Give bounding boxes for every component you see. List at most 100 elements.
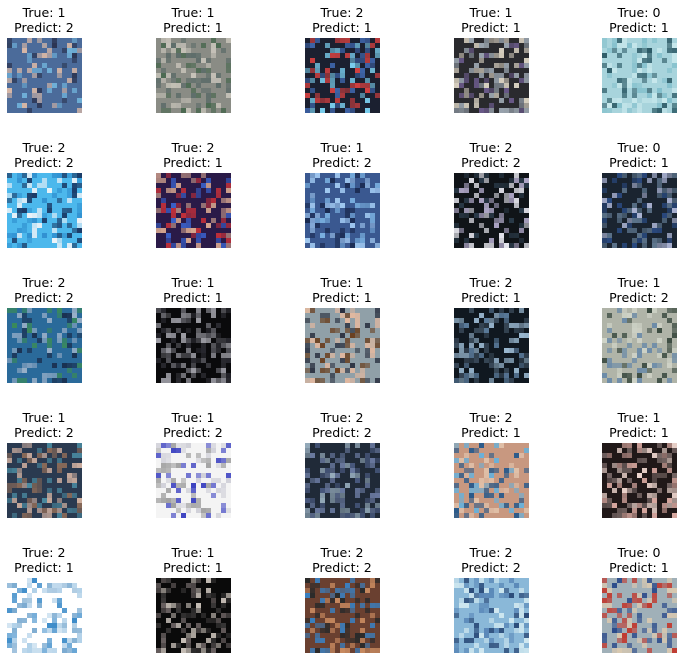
true-label-text: True: 2	[320, 545, 364, 560]
sample-image-pixels	[155, 38, 231, 113]
sample-image-pixels	[453, 38, 529, 113]
predict-label-text: Predict: 1	[609, 20, 669, 35]
grid-cell: True: 0 Predict: 1	[569, 140, 684, 170]
grid-cell: True: 2 Predict: 2	[272, 545, 412, 575]
predict-label-text: Predict: 1	[163, 290, 223, 305]
grid-cell: True: 1 Predict: 2	[272, 140, 412, 170]
true-label-text: True: 2	[22, 545, 66, 560]
true-label-text: True: 2	[320, 410, 364, 425]
grid-cell: True: 2 Predict: 1	[272, 5, 412, 35]
predict-label-text: Predict: 1	[461, 425, 521, 440]
sample-image-pixels	[155, 443, 231, 518]
sample-image	[304, 443, 380, 518]
predict-label-text: Predict: 1	[312, 290, 372, 305]
image-grid: True: 1 Predict: 2 True: 1 Predict: 1 True: …	[0, 0, 684, 659]
true-label-text: True: 1	[320, 140, 364, 155]
sample-image-pixels	[453, 173, 529, 248]
grid-cell: True: 1 Predict: 1	[123, 275, 263, 305]
sample-image	[453, 173, 529, 248]
grid-cell: True: 1 Predict: 2	[0, 410, 114, 440]
sample-image	[155, 173, 231, 248]
sample-image	[453, 38, 529, 113]
sample-image-pixels	[6, 578, 82, 653]
true-label-text: True: 2	[320, 5, 364, 20]
true-label-text: True: 1	[171, 545, 215, 560]
sample-image-pixels	[453, 578, 529, 653]
predict-label-text: Predict: 2	[312, 155, 372, 170]
sample-image-pixels	[601, 578, 677, 653]
grid-cell: True: 1 Predict: 1	[421, 5, 561, 35]
predict-label-text: Predict: 1	[609, 155, 669, 170]
sample-image-pixels	[155, 173, 231, 248]
sample-image	[601, 443, 677, 518]
predict-label-text: Predict: 2	[14, 290, 74, 305]
grid-cell: True: 2 Predict: 1	[421, 410, 561, 440]
sample-image-pixels	[304, 443, 380, 518]
predict-label-text: Predict: 1	[14, 560, 74, 575]
grid-cell: True: 2 Predict: 2	[421, 140, 561, 170]
true-label-text: True: 2	[469, 275, 513, 290]
predict-label-text: Predict: 1	[609, 425, 669, 440]
true-label-text: True: 2	[469, 140, 513, 155]
true-label-text: True: 1	[171, 410, 215, 425]
sample-image-pixels	[6, 38, 82, 113]
true-label-text: True: 0	[617, 5, 661, 20]
true-label-text: True: 1	[22, 5, 66, 20]
predict-label-text: Predict: 1	[163, 155, 223, 170]
grid-cell: True: 0 Predict: 1	[569, 5, 684, 35]
true-label-text: True: 1	[171, 275, 215, 290]
true-label-text: True: 2	[171, 140, 215, 155]
sample-image-pixels	[6, 308, 82, 383]
grid-cell: True: 0 Predict: 1	[569, 545, 684, 575]
true-label-text: True: 1	[469, 5, 513, 20]
grid-cell: True: 1 Predict: 2	[123, 410, 263, 440]
predict-label-text: Predict: 1	[609, 560, 669, 575]
predict-label-text: Predict: 2	[14, 20, 74, 35]
sample-image	[601, 308, 677, 383]
grid-cell: True: 1 Predict: 2	[0, 5, 114, 35]
sample-image	[453, 443, 529, 518]
predict-label-text: Predict: 1	[461, 290, 521, 305]
predict-label-text: Predict: 1	[163, 20, 223, 35]
predict-label-text: Predict: 2	[312, 560, 372, 575]
grid-cell: True: 1 Predict: 1	[569, 410, 684, 440]
predict-label-text: Predict: 2	[14, 425, 74, 440]
predict-label-text: Predict: 1	[312, 20, 372, 35]
sample-image	[155, 308, 231, 383]
sample-image	[304, 173, 380, 248]
predict-label-text: Predict: 1	[163, 560, 223, 575]
grid-cell: True: 2 Predict: 2	[0, 275, 114, 305]
sample-image-pixels	[453, 308, 529, 383]
grid-cell: True: 2 Predict: 2	[0, 140, 114, 170]
true-label-text: True: 1	[171, 5, 215, 20]
sample-image-pixels	[304, 308, 380, 383]
grid-cell: True: 2 Predict: 1	[123, 140, 263, 170]
sample-image	[155, 38, 231, 113]
sample-image-pixels	[601, 173, 677, 248]
predict-label-text: Predict: 2	[461, 560, 521, 575]
grid-cell: True: 1 Predict: 1	[272, 275, 412, 305]
predict-label-text: Predict: 2	[14, 155, 74, 170]
predict-label-text: Predict: 2	[609, 290, 669, 305]
true-label-text: True: 1	[617, 275, 661, 290]
sample-image-pixels	[453, 443, 529, 518]
grid-cell: True: 2 Predict: 2	[272, 410, 412, 440]
grid-cell: True: 2 Predict: 2	[421, 545, 561, 575]
sample-image-pixels	[304, 38, 380, 113]
true-label-text: True: 2	[22, 140, 66, 155]
sample-image-pixels	[155, 308, 231, 383]
sample-image	[453, 578, 529, 653]
sample-image	[601, 578, 677, 653]
true-label-text: True: 2	[469, 545, 513, 560]
true-label-text: True: 1	[22, 410, 66, 425]
sample-image	[601, 38, 677, 113]
grid-cell: True: 2 Predict: 1	[421, 275, 561, 305]
true-label-text: True: 1	[320, 275, 364, 290]
sample-image	[6, 578, 82, 653]
predict-label-text: Predict: 1	[461, 20, 521, 35]
grid-cell: True: 1 Predict: 2	[569, 275, 684, 305]
true-label-text: True: 0	[617, 545, 661, 560]
sample-image	[453, 308, 529, 383]
sample-image-pixels	[6, 173, 82, 248]
sample-image-pixels	[155, 578, 231, 653]
